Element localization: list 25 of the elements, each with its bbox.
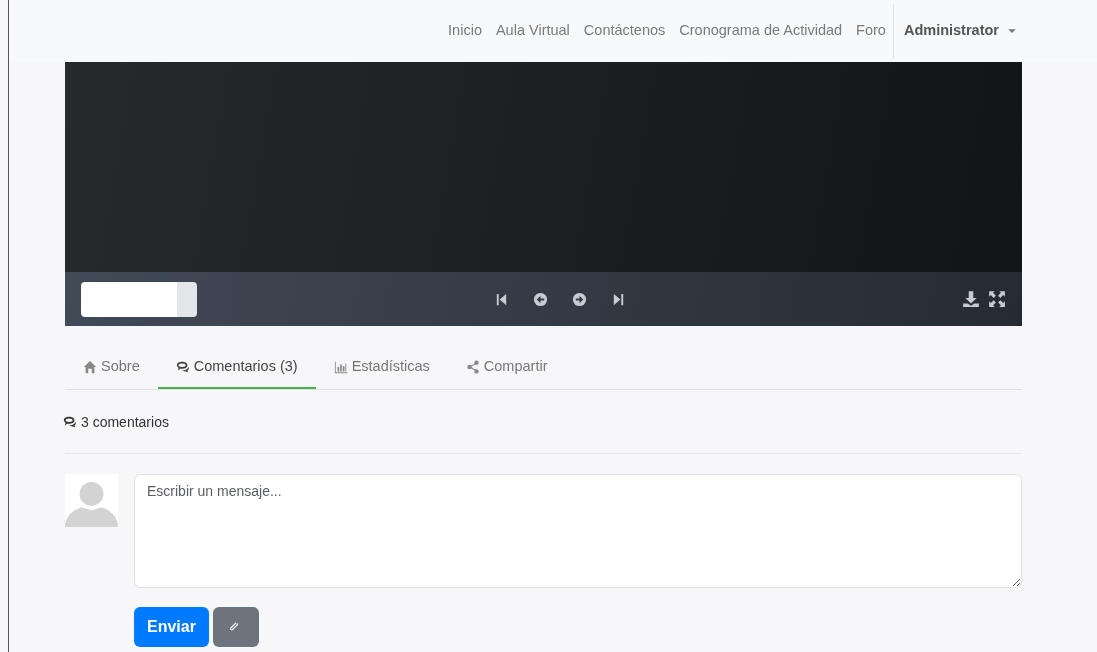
user-menu[interactable]: Administrator [892,4,1027,58]
tab[interactable]: Compartir [447,348,566,389]
tab[interactable]: Sobre [65,348,158,389]
nav-link[interactable]: Cronograma de Actividad [672,20,850,42]
home-icon [83,359,97,374]
nav-link[interactable]: Foro [849,20,893,42]
send-button[interactable]: Enviar [134,606,209,647]
nav-link[interactable]: Contáctenos [576,20,673,42]
page-field[interactable] [81,281,177,317]
comments-icon [63,415,77,430]
nav-link[interactable]: Aula Virtual [488,20,577,42]
tab[interactable]: Comentarios (3) [157,348,316,389]
next-icon[interactable] [571,291,587,307]
tab[interactable]: Estadísticas [315,348,448,389]
bar-chart-icon [333,359,348,374]
comment-count: 3 comentarios [81,412,169,432]
attach-button[interactable] [212,606,259,647]
message-field[interactable]: Escribir un mensaje... [134,473,1022,588]
chat-bubbles-icon [175,359,190,374]
share-icon [465,359,480,374]
fullscreen-icon[interactable] [988,290,1006,308]
page-addon [177,281,197,317]
download-icon[interactable] [962,290,980,308]
nav-link[interactable]: Inicio [441,20,489,42]
previous-icon[interactable] [532,291,548,307]
